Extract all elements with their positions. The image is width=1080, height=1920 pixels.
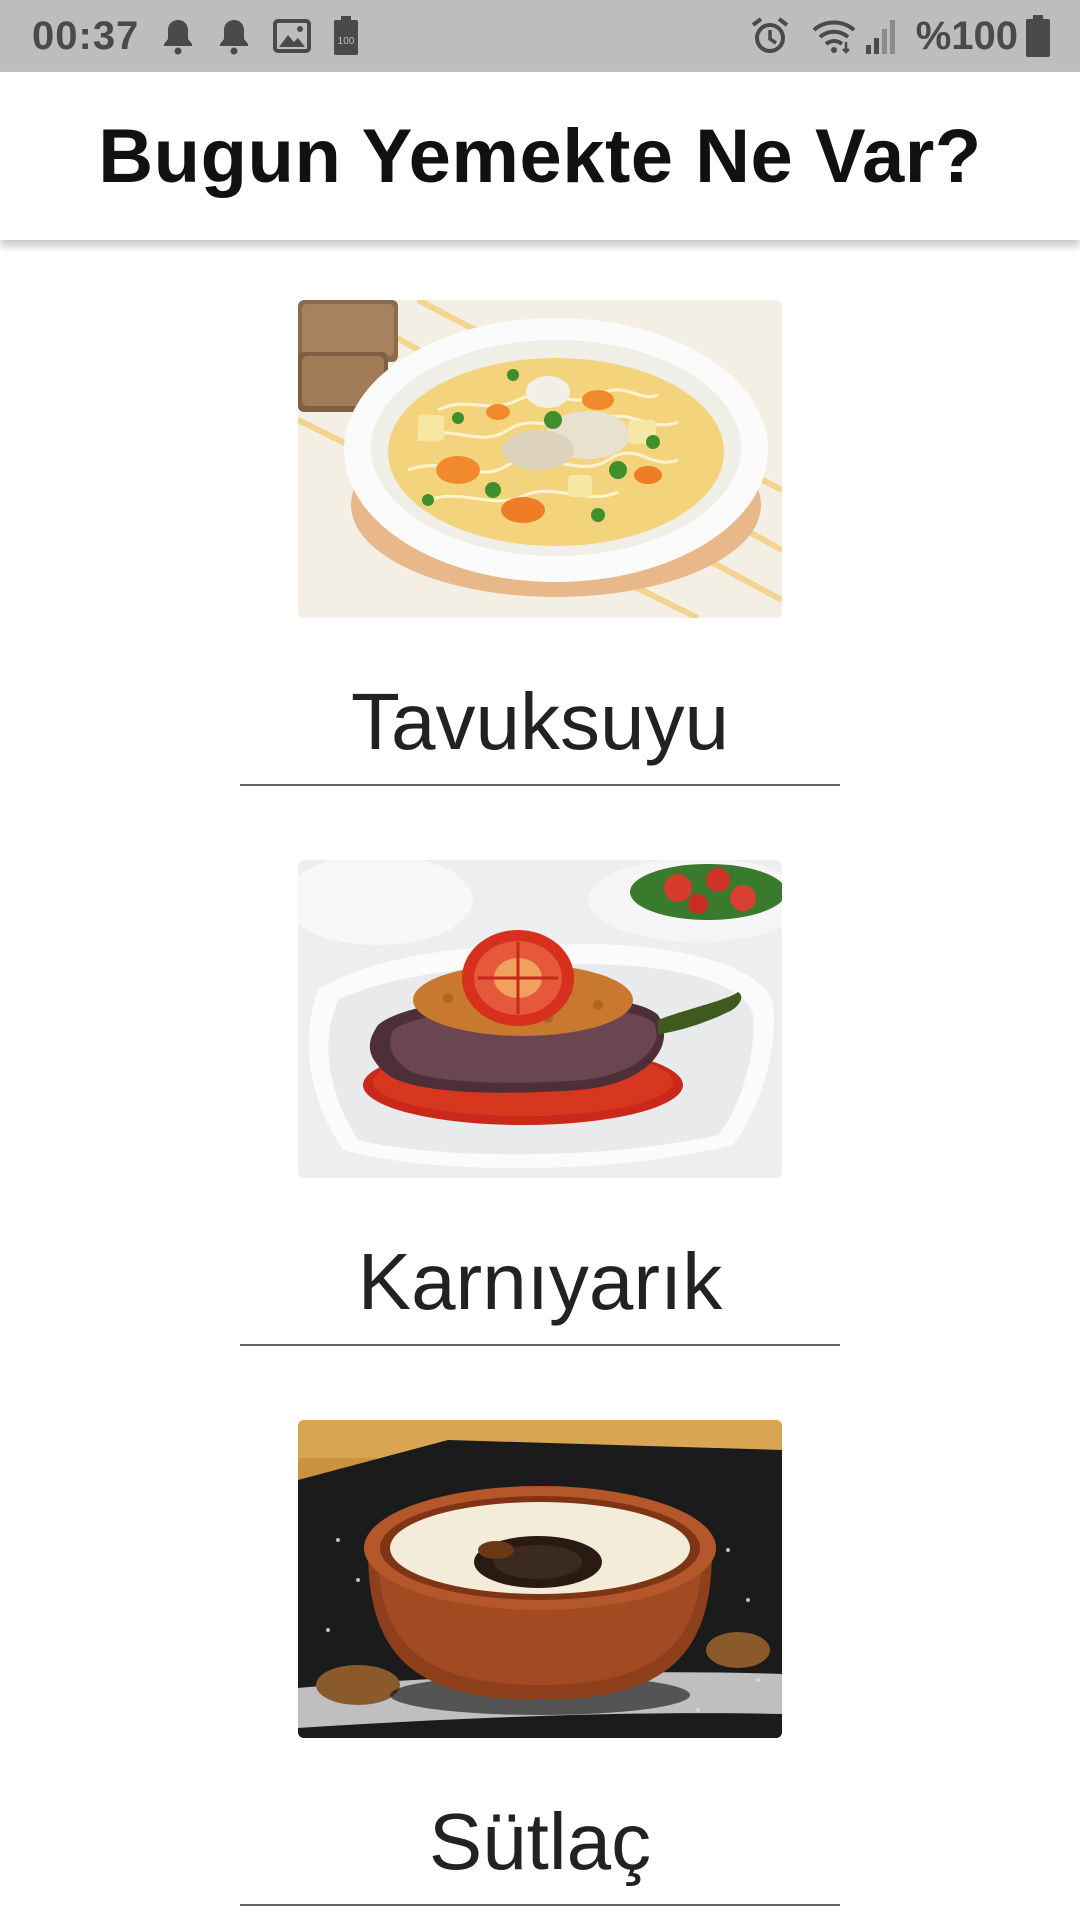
- battery-percentage: %100: [915, 13, 1018, 58]
- bell-icon: [161, 17, 195, 55]
- status-bar: 00:37 100 %100: [0, 0, 1080, 72]
- rice-pudding-photo[interactable]: [298, 1420, 782, 1738]
- status-bar-right: %100: [750, 14, 1050, 59]
- page-title: Bugun Yemekte Ne Var?: [98, 113, 982, 199]
- stuffed-eggplant-photo[interactable]: [298, 860, 782, 1178]
- app-bar: Bugun Yemekte Ne Var?: [0, 72, 1080, 240]
- food-name-underline: [240, 784, 840, 786]
- wifi-icon: [812, 18, 856, 54]
- food-name-underline: [240, 1344, 840, 1346]
- status-time: 00:37: [32, 13, 140, 58]
- battery-chip-label: 100: [338, 36, 355, 47]
- signal-icon: [864, 17, 898, 55]
- battery-icon: [1026, 15, 1050, 57]
- bell-icon: [217, 17, 251, 55]
- food-name-label: Karnıyarık: [357, 1237, 723, 1326]
- food-name-label: Tavuksuyu: [351, 677, 729, 766]
- food-name-label: Sütlaç: [428, 1797, 652, 1886]
- battery-saver-icon: 100: [333, 16, 359, 56]
- food-name-underline: [240, 1904, 840, 1906]
- alarm-icon: [750, 16, 790, 56]
- image-icon: [273, 19, 312, 53]
- status-bar-left: 00:37 100: [32, 14, 381, 59]
- chicken-soup-photo[interactable]: [298, 300, 782, 618]
